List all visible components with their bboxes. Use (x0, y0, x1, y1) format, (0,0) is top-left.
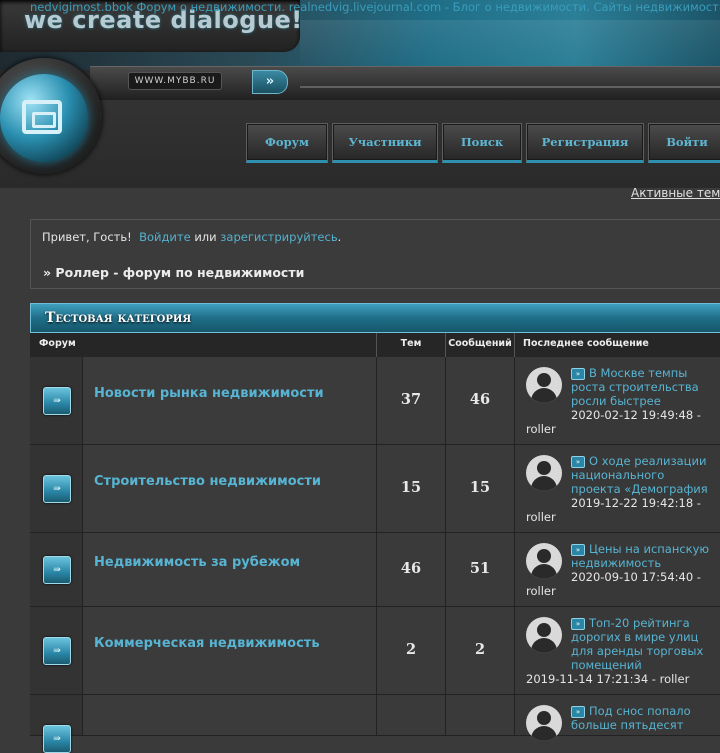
last-post-title[interactable]: Под снос попало больше пятьдесят (571, 704, 691, 732)
forum-icon: ⇛ (43, 637, 71, 665)
avatar (526, 543, 562, 579)
register-link[interactable]: зарегистрируйтесь (220, 230, 337, 244)
last-post-user[interactable]: roller (526, 422, 556, 436)
greeting-hello: Привет, Гость! (42, 230, 132, 244)
nav-forum[interactable]: Форум (246, 123, 328, 163)
active-topics-link[interactable]: Активные темы (631, 186, 720, 200)
category-header: Тестовая категория (30, 303, 720, 333)
table-row: ⇛ » Под снос попало больше пятьдесят (30, 695, 720, 753)
col-posts: Сообщений (446, 333, 515, 357)
go-arrow-button[interactable]: » (252, 70, 288, 94)
forum-link[interactable]: Строительство недвижимости (94, 474, 321, 489)
last-post-icon: » (571, 368, 585, 380)
forum-icon: ⇛ (43, 556, 71, 584)
top-links-text[interactable]: nedvigimost.bbok Форум о недвижимости. r… (30, 0, 720, 14)
last-post-title[interactable]: В Москве темпы роста строительства росли… (571, 366, 699, 408)
avatar (526, 617, 562, 653)
topic-count: 46 (400, 560, 422, 577)
forum-link[interactable]: Новости рынка недвижимости (94, 386, 324, 401)
last-post-icon: » (571, 618, 585, 630)
login-link[interactable]: Войдите (139, 230, 191, 244)
orb-glyph-icon (22, 100, 62, 134)
greeting-or: или (194, 230, 217, 244)
forum-list: ⇛ Новости рынка недвижимости 37 46 » В Мо… (30, 357, 720, 753)
top-links[interactable]: nedvigimost.bbok Форум о недвижимости. r… (0, 0, 720, 14)
last-post-title[interactable]: Топ-20 рейтинга дорогих в мире улиц для … (571, 616, 703, 672)
site-header: we create dialogue! nedvigimost.bbok Фор… (0, 0, 720, 188)
last-post[interactable]: » Цены на испанскую недвижимость 2020-09-1… (571, 542, 716, 584)
last-post-icon: » (571, 456, 585, 468)
last-post[interactable]: » В Москве темпы роста строительства росл… (571, 366, 716, 422)
forum-icon: ⇛ (43, 475, 71, 503)
forum-link[interactable]: Коммерческая недвижимость (94, 636, 320, 651)
main-nav: Форум Участники Поиск Регистрация Войти (246, 123, 720, 163)
table-row: ⇛ Коммерческая недвижимость 2 2 » Топ-20 … (30, 607, 720, 695)
post-count: 51 (469, 560, 491, 577)
last-post-icon: » (571, 544, 585, 556)
nav-users[interactable]: Участники (332, 123, 438, 163)
post-count: 46 (469, 391, 491, 408)
avatar (526, 455, 562, 491)
forum-link[interactable]: Недвижимость за рубежом (94, 555, 300, 570)
table-row: ⇛ Новости рынка недвижимости 37 46 » В Мо… (30, 357, 720, 445)
col-forum: Форум (30, 333, 377, 357)
nav-login[interactable]: Войти (648, 123, 720, 163)
col-topics: Тем (377, 333, 446, 357)
breadcrumb: » Роллер - форум по недвижимости (43, 265, 305, 280)
last-post-title[interactable]: Цены на испанскую недвижимость (571, 542, 709, 570)
greeting-dot: . (337, 230, 342, 244)
last-post[interactable]: » Под снос попало больше пятьдесят (571, 704, 716, 732)
url-box: WWW.MYBB.RU (128, 72, 222, 90)
nav-search[interactable]: Поиск (442, 123, 522, 163)
post-count: 15 (469, 479, 491, 496)
table-row: ⇛ Недвижимость за рубежом 46 51 » Цены на… (30, 533, 720, 607)
topic-count: 2 (405, 641, 417, 658)
forum-table-header: Форум Тем Сообщений Последнее сообщение (30, 333, 720, 358)
topic-count: 37 (400, 391, 422, 408)
category-title[interactable]: Тестовая категория (45, 310, 191, 326)
greeting-line: Привет, Гость! Войдите или зарегистрируй… (42, 230, 341, 244)
last-post-user[interactable]: roller (526, 584, 556, 598)
last-post-icon: » (571, 706, 585, 718)
avatar (526, 367, 562, 403)
last-post-date: 2020-02-12 19:49:48 - (571, 408, 701, 422)
table-row: ⇛ Строительство недвижимости 15 15 » О хо… (30, 445, 720, 533)
last-post-user[interactable]: roller (526, 510, 556, 524)
avatar (526, 705, 562, 741)
forum-icon: ⇛ (43, 387, 71, 415)
last-post[interactable]: » Топ-20 рейтинга дорогих в мире улиц для… (571, 616, 716, 672)
nav-register[interactable]: Регистрация (526, 123, 644, 163)
last-post-date: 2020-09-10 17:54:40 - (571, 570, 701, 584)
last-post-date: 2019-11-14 17:21:34 - roller (526, 672, 690, 686)
topic-count: 15 (400, 479, 422, 496)
last-post[interactable]: » О ходе реализации национального проекта… (571, 454, 716, 510)
greeting-box: Привет, Гость! Войдите или зарегистрируй… (30, 219, 720, 289)
last-post-title[interactable]: О ходе реализации национального проекта … (571, 454, 708, 496)
header-divider (300, 86, 720, 88)
post-count: 2 (474, 641, 486, 658)
forum-icon: ⇛ (43, 725, 71, 753)
last-post-date: 2019-12-22 19:42:18 - (571, 496, 701, 510)
col-last-post: Последнее сообщение (523, 338, 649, 349)
